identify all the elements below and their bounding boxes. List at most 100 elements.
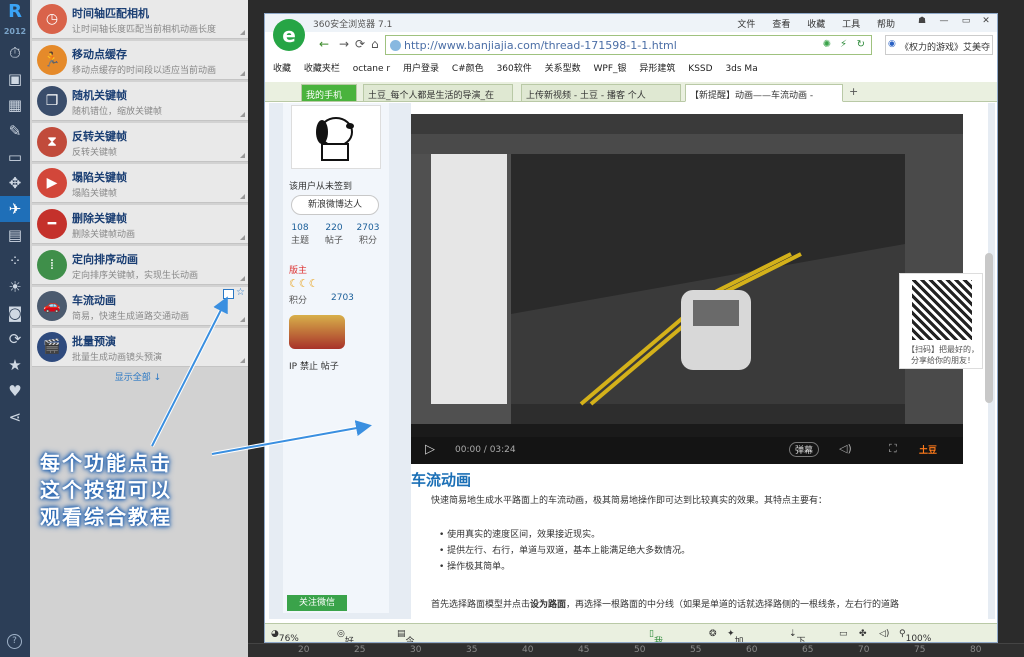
maximize-icon[interactable]: ▭ [957,14,975,29]
hourglass-icon: ⧗ [37,127,67,157]
refresh-icon[interactable]: ⟳ [0,326,30,352]
download-button[interactable]: ⇣ 下载 [789,629,806,642]
corner-icon [240,276,245,281]
video-player[interactable]: ▷ 00:00 / 03:24 弹幕 ◁) ⛶ 土豆 [411,114,963,464]
chat-icon[interactable]: ▭ [839,629,848,639]
weibo-badge[interactable]: 新浪微博达人 [291,195,379,215]
tab-current[interactable]: 【新提醒】动画——车流动画 - [685,84,843,102]
tab-my-phone[interactable]: 我的手机 [301,84,357,102]
timeline-ruler[interactable]: 20 25 30 35 40 45 50 55 60 65 70 75 80 [248,643,1024,657]
item-title: 时间轴匹配相机 [72,7,149,20]
my-phone-button[interactable]: ▯ 我的手机 [649,629,663,642]
rating-indicator[interactable]: ◕ 76%好评 [271,629,299,642]
pencil-icon[interactable]: ✎ [0,118,30,144]
home-icon[interactable]: ⌂ [371,37,379,51]
settings-icon[interactable]: ✤ [859,629,867,639]
forward-icon[interactable]: → [339,37,349,51]
ip-ban-links[interactable]: IP 禁止 帖子 [289,359,339,372]
func-item-random-keys[interactable]: ❐ 随机关键帧 随机错位，缩放关键帧 [32,82,248,121]
audio-icon[interactable]: ◁) [879,629,889,639]
help-icon[interactable]: ? [7,634,22,649]
recommend-indicator[interactable]: ◎ 好搜推荐 [337,629,354,642]
bookmark-item[interactable]: WPF_银 [594,64,627,74]
func-item-match-camera[interactable]: ◷ 时间轴匹配相机 让时间轴长度匹配当前相机动画长度 [32,0,248,39]
annotation-line: 每个功能点击 [40,451,172,475]
bookmark-item[interactable]: KSSD [688,64,712,74]
snoopy-avatar [316,117,354,161]
skin-icon[interactable]: ☗ [913,14,931,29]
zoom-indicator[interactable]: ⚲ 100% [899,629,931,642]
bookmark-item[interactable]: 收藏夹栏 [304,64,340,74]
bullet-item: • 使用真实的速度区间，效果接近现实。 [439,530,601,540]
item-title: 移动点缓存 [72,48,127,61]
star-icon[interactable]: ☆ [236,287,245,298]
image-icon[interactable]: ▣ [0,66,30,92]
menu-file[interactable]: 文件 [737,20,755,30]
minimize-icon[interactable]: — [935,14,953,29]
func-item-batch-preview[interactable]: 🎬 批量预演 批量生成动画镜头预演 [32,328,248,367]
swirl-icon[interactable]: ❂ [709,629,717,639]
accelerator-button[interactable]: ✦ 加速器 [727,629,744,642]
bookmark-item[interactable]: 3ds Ma [725,64,757,74]
apps-icon[interactable]: ⁘ [0,248,30,274]
tab-tudou[interactable]: 土豆_每个人都是生活的导演_在 [363,84,513,102]
func-item-point-cache[interactable]: 🏃 移动点缓存 移动点缓存的时间段以适应当前动画 [32,41,248,80]
menu-view[interactable]: 查看 [772,20,790,30]
address-bar[interactable]: http://www.banjiajia.com/thread-171598-1… [385,35,872,55]
bookmark-item[interactable]: C#颜色 [452,64,484,74]
bookmark-item[interactable]: 360软件 [497,64,532,74]
refresh-icon[interactable]: ⟳ [355,37,365,51]
sun-icon[interactable]: ☀ [0,274,30,300]
grid-icon[interactable]: ▦ [0,92,30,118]
menu-tools[interactable]: 工具 [842,20,860,30]
tutorial-button[interactable] [223,289,234,299]
new-tab-icon[interactable]: + [849,85,858,98]
menu-help[interactable]: 帮助 [877,20,895,30]
star-icon[interactable]: ★ [0,352,30,378]
func-item-sort-anim[interactable]: ⁞ 定向排序动画 定向排序关键帧，实现生长动画 [32,246,248,285]
play-icon[interactable]: ▷ [425,442,435,457]
inbox-icon[interactable]: ▤ [0,222,30,248]
back-icon[interactable]: ← [319,37,329,51]
body-text: ，再选择一根路面的中分线（如果是单道的话就选择路侧的一根线条，左右行的道路 [566,600,900,610]
page-content: 该用户从未签到 新浪微博达人 108 主题 220 帖子 2703 积分 版主 ☾☾☾… [269,103,995,619]
bookmark-item[interactable]: 收藏 [273,64,291,74]
bookmark-item[interactable]: 用户登录 [403,64,439,74]
share-icon[interactable]: ⋖ [0,404,30,430]
volume-icon[interactable]: ◁) [839,442,852,455]
camera-icon[interactable]: ◙ [0,300,30,326]
fullscreen-icon[interactable]: ⛶ [889,442,897,456]
close-icon[interactable]: ✕ [977,14,995,29]
func-item-delete-keys[interactable]: ━ 删除关键帧 删除关键帧动画 [32,205,248,244]
move-icon[interactable]: ✥ [0,170,30,196]
func-item-reverse-keys[interactable]: ⧗ 反转关键帧 反转关键帧 [32,123,248,162]
monitor-icon[interactable]: ▭ [0,144,30,170]
corner-icon [240,235,245,240]
follow-wechat-button[interactable]: 关注微信 [287,595,347,611]
menu-favorites[interactable]: 收藏 [807,20,825,30]
corner-icon [240,194,245,199]
func-item-traffic-anim[interactable]: 🚗 车流动画 简易，快速生成道路交通动画 ☆ [32,287,248,326]
func-item-collapse-keys[interactable]: ▶ 塌陷关键帧 塌陷关键帧 [32,164,248,203]
browser-titlebar: 360安全浏览器 7.1 文件 查看 收藏 工具 帮助 ☗ — ▭ ✕ [265,14,997,32]
lightning-icon[interactable]: ⚡ [840,39,847,50]
security-icon[interactable]: ✺ [823,39,831,50]
moon-rank-icon: ☾☾☾ [289,277,319,290]
search-box[interactable]: ◉ 《权力的游戏》艾美夺 [885,35,993,55]
search-engine-icon[interactable]: ◉ [888,39,896,49]
plane-icon[interactable]: ✈ [0,196,30,222]
deals-indicator[interactable]: ▤ 今日特卖 [397,629,415,642]
scrollbar[interactable] [985,253,993,403]
bookmark-item[interactable]: 异形建筑 [639,64,675,74]
tab-upload[interactable]: 上传新视频 - 土豆 - 播客 个人 [521,84,681,102]
clock-icon[interactable]: ⏱ [0,40,30,66]
bookmark-item[interactable]: 关系型数 [545,64,581,74]
item-desc: 塌陷关键帧 [72,189,118,199]
heart-icon[interactable]: ♥ [0,378,30,404]
show-all-link[interactable]: 显示全部 ↓ [30,370,246,383]
bookmark-item[interactable]: octane r [353,64,390,74]
reload-icon[interactable]: ↻ [857,39,865,50]
danmu-button[interactable]: 弹幕 [789,442,820,457]
ruler-tick: 55 [690,645,702,655]
role-label: 版主 [289,266,308,276]
